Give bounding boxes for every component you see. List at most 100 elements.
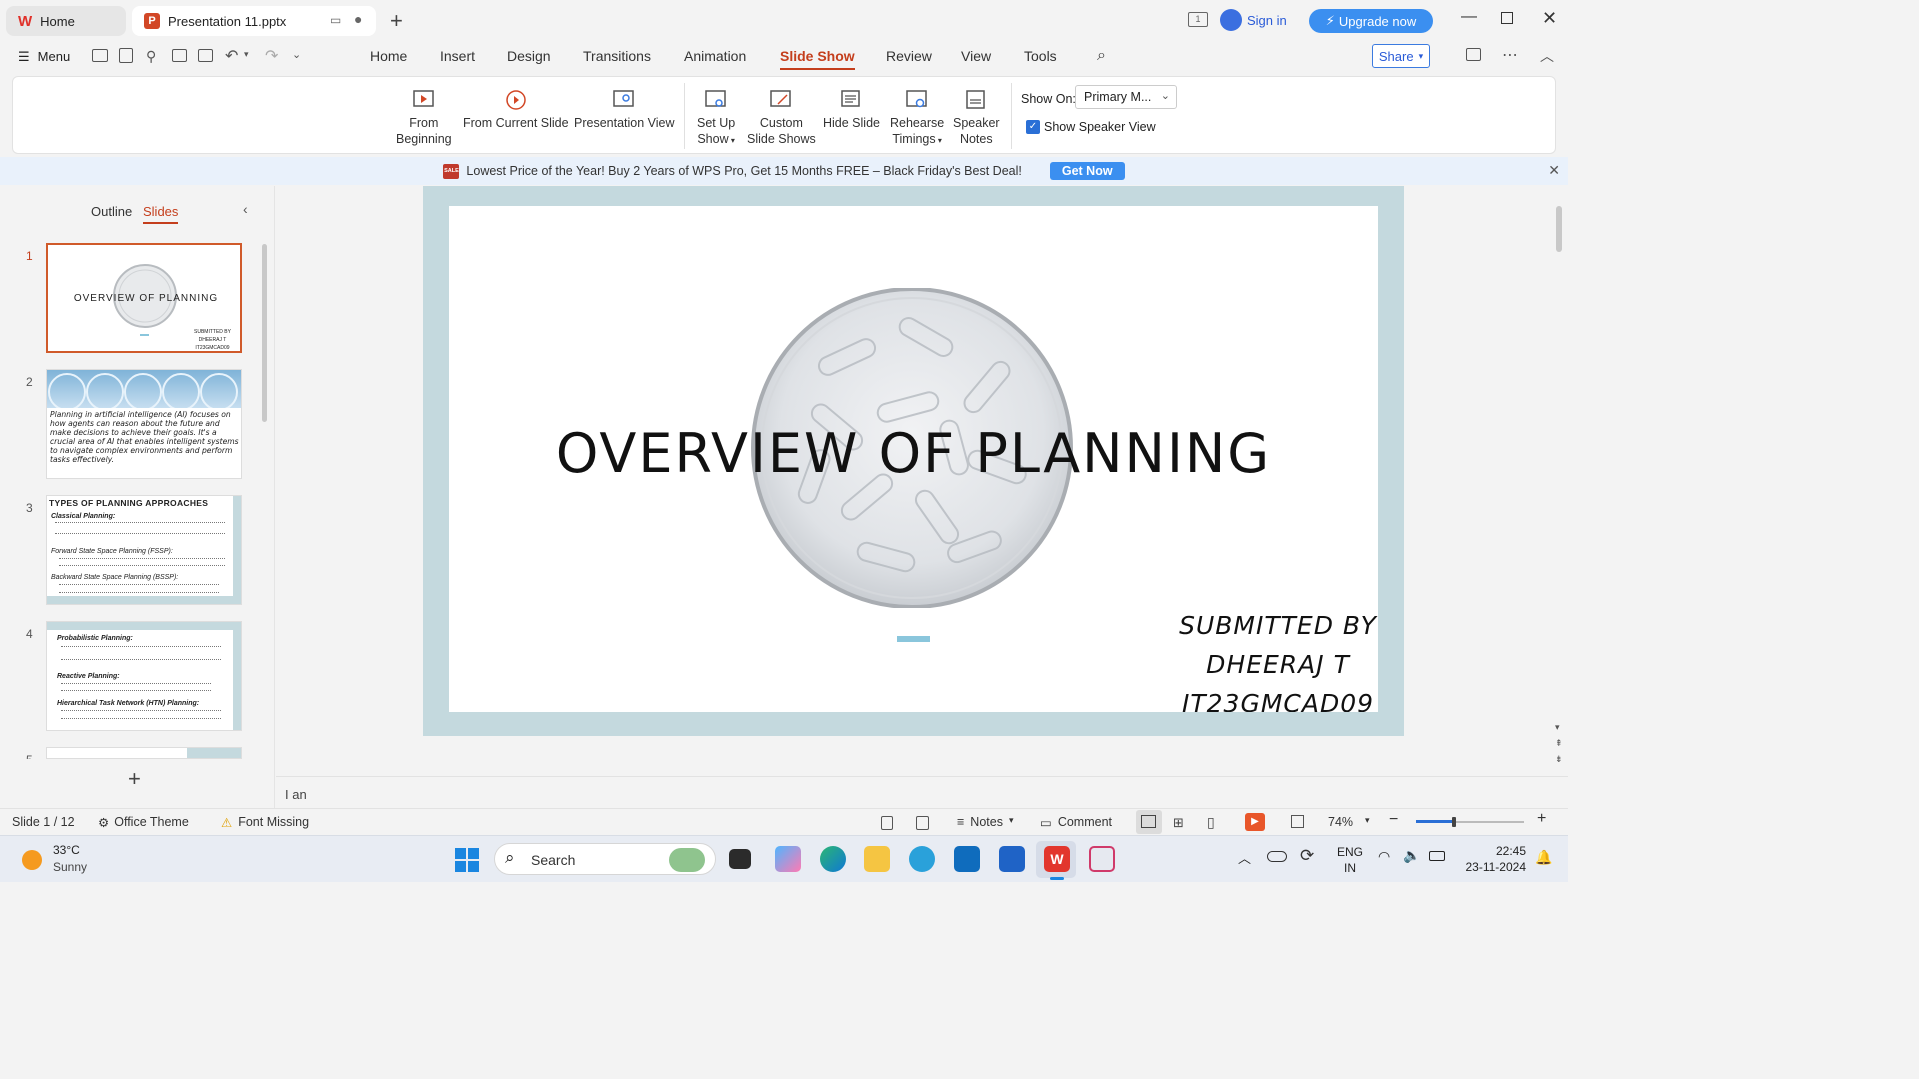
slide-thumbnail-1[interactable]: OVERVIEW OF PLANNING SUBMITTED BY DHEERA… — [46, 243, 242, 353]
language-indicator[interactable]: ENG IN — [1337, 844, 1363, 876]
slide-sorter-icon[interactable]: ⊞ — [1173, 815, 1184, 831]
theme-indicator[interactable]: ⚙ Office Theme — [98, 815, 189, 830]
presentation-view-button[interactable]: Presentation View — [574, 89, 675, 131]
zoom-slider-thumb[interactable] — [1452, 817, 1456, 827]
slide-thumbnail-2[interactable]: Planning in artificial intelligence (AI)… — [46, 369, 242, 479]
taskbar-search-box[interactable]: ⌕ Search — [494, 843, 716, 875]
monitor-icon[interactable]: ▭ — [330, 13, 341, 27]
zoom-out-button[interactable]: − — [1389, 811, 1398, 829]
hide-slide-button[interactable]: Hide Slide — [823, 89, 880, 131]
weather-desc[interactable]: Sunny — [53, 860, 87, 874]
battery-icon[interactable] — [1429, 851, 1445, 861]
more-chevron-icon[interactable]: ⌄ — [292, 48, 301, 61]
new-tab-button[interactable]: + — [390, 8, 403, 34]
custom-slide-shows-button[interactable]: Custom Slide Shows — [747, 89, 816, 147]
notes-text[interactable]: I an — [285, 787, 307, 802]
tab-slides[interactable]: Slides — [143, 204, 179, 224]
play-slideshow-button[interactable]: ▶ — [1245, 813, 1265, 831]
from-current-slide-button[interactable]: From Current Slide — [463, 89, 569, 131]
sign-in-link[interactable]: Sign in — [1247, 13, 1287, 28]
get-now-button[interactable]: Get Now — [1049, 162, 1125, 180]
notes-toggle[interactable]: ≡ Notes ▾ — [957, 815, 1013, 829]
zoom-in-button[interactable]: + — [1537, 810, 1546, 828]
speaker-notes-button[interactable]: Speaker Notes — [953, 89, 1000, 147]
tab-home[interactable]: W Home — [6, 6, 126, 36]
notification-bell-icon[interactable]: 🔔 — [1535, 849, 1552, 866]
collapse-panel-icon[interactable]: ‹ — [243, 201, 248, 217]
open-folder-icon[interactable] — [92, 49, 108, 62]
weather-sun-icon[interactable] — [22, 850, 42, 870]
show-hidden-icons[interactable]: ︿ — [1238, 848, 1251, 867]
tab-menu-home[interactable]: Home — [370, 48, 407, 64]
redo-icon[interactable]: ↷ — [265, 46, 278, 66]
undo-dropdown-icon[interactable]: ▾ — [244, 49, 249, 60]
start-windows-icon[interactable] — [455, 848, 479, 872]
slide-thumbnail-3[interactable]: TYPES OF PLANNING APPROACHES Classical P… — [46, 495, 242, 605]
tab-menu-view[interactable]: View — [961, 48, 991, 64]
menu-button[interactable]: ☰ Menu — [18, 49, 70, 65]
comments-icon[interactable] — [1466, 48, 1481, 61]
tab-presentation[interactable]: P Presentation 11.pptx ▭ ● — [132, 6, 376, 36]
zoom-level[interactable]: 74% ▾ — [1328, 815, 1370, 829]
collapse-ribbon-icon[interactable]: ︿ — [1540, 46, 1554, 66]
telegram-icon[interactable] — [909, 846, 935, 872]
search-icon[interactable]: ⌕ — [1097, 47, 1106, 65]
sync-icon[interactable] — [916, 816, 929, 830]
slide-thumbnail-5[interactable] — [46, 747, 242, 759]
slide-title[interactable]: OVERVIEW OF PLANNING — [449, 422, 1378, 485]
fit-page-icon[interactable] — [881, 816, 893, 830]
clock[interactable]: 22:45 23-11-2024 — [1460, 843, 1527, 875]
weather-temp[interactable]: 33°C — [53, 843, 80, 857]
reading-view-icon[interactable]: ▯ — [1207, 814, 1215, 831]
share-button[interactable]: Share ▾ — [1372, 44, 1430, 68]
set-up-show-button[interactable]: Set Up Show ▾ — [697, 89, 735, 149]
from-beginning-button[interactable]: From Beginning — [396, 89, 452, 147]
more-options-icon[interactable]: ⋯ — [1502, 45, 1518, 65]
show-on-select[interactable]: Primary M... ⌄ — [1075, 85, 1177, 109]
close-banner-icon[interactable]: ✕ — [1548, 162, 1560, 179]
task-view-icon[interactable] — [729, 849, 751, 869]
copilot-icon[interactable] — [775, 846, 801, 872]
tab-menu-review[interactable]: Review — [886, 48, 932, 64]
layout-icon[interactable]: 1 — [1188, 12, 1208, 27]
tab-menu-animation[interactable]: Animation — [684, 48, 746, 64]
scroll-down-icon[interactable]: ▾ — [1555, 722, 1560, 733]
upgrade-button[interactable]: ⚡ Upgrade now — [1309, 9, 1433, 33]
edge-browser-icon[interactable] — [820, 846, 846, 872]
sync-tray-icon[interactable]: ⟳ — [1300, 846, 1314, 866]
font-missing-indicator[interactable]: ⚠ Font Missing — [221, 815, 309, 830]
canvas-scrollbar[interactable] — [1556, 206, 1562, 252]
add-slide-button[interactable]: + — [128, 766, 141, 792]
slide-1[interactable]: OVERVIEW OF PLANNING SUBMITTED BY DHEERA… — [449, 206, 1378, 712]
format-painter-icon[interactable]: ⚲ — [146, 48, 156, 65]
tab-menu-slide-show[interactable]: Slide Show — [780, 48, 855, 70]
close-window-button[interactable]: ✕ — [1542, 8, 1557, 29]
unsaved-dot-icon[interactable]: ● — [354, 11, 362, 27]
file-explorer-icon[interactable] — [864, 846, 890, 872]
show-speaker-view-checkbox[interactable]: ✓ — [1026, 120, 1040, 134]
next-slide-icon[interactable]: ⇟ — [1555, 754, 1563, 765]
tab-menu-tools[interactable]: Tools — [1024, 48, 1057, 64]
prev-slide-icon[interactable]: ⇞ — [1555, 738, 1563, 749]
microsoft-store-icon[interactable] — [999, 846, 1025, 872]
volume-icon[interactable]: 🔈 — [1403, 847, 1420, 864]
undo-icon[interactable]: ↶ — [225, 46, 238, 66]
fit-window-icon[interactable] — [1291, 815, 1304, 828]
onedrive-icon[interactable] — [1267, 851, 1287, 862]
print-preview-icon[interactable] — [198, 49, 213, 62]
rehearse-timings-button[interactable]: Rehearse Timings ▾ — [890, 89, 944, 149]
tab-menu-design[interactable]: Design — [507, 48, 551, 64]
panel-scrollbar[interactable] — [262, 244, 267, 422]
comment-toggle[interactable]: ▭ Comment — [1040, 815, 1112, 830]
tab-outline[interactable]: Outline — [91, 204, 132, 219]
minimize-button[interactable]: — — [1461, 8, 1477, 26]
wps-office-icon[interactable]: W — [1044, 846, 1070, 872]
save-icon[interactable] — [119, 48, 133, 63]
maximize-button[interactable] — [1501, 12, 1513, 24]
wifi-icon[interactable]: ◠ — [1378, 848, 1390, 865]
outlook-icon[interactable] — [954, 846, 980, 872]
notes-pane[interactable]: I an — [276, 776, 1568, 808]
snipping-tool-icon[interactable] — [1089, 846, 1115, 872]
slide-submitted-block[interactable]: SUBMITTED BY DHEERAJ T IT23GMCAD09 — [1149, 606, 1407, 712]
tab-menu-insert[interactable]: Insert — [440, 48, 475, 64]
